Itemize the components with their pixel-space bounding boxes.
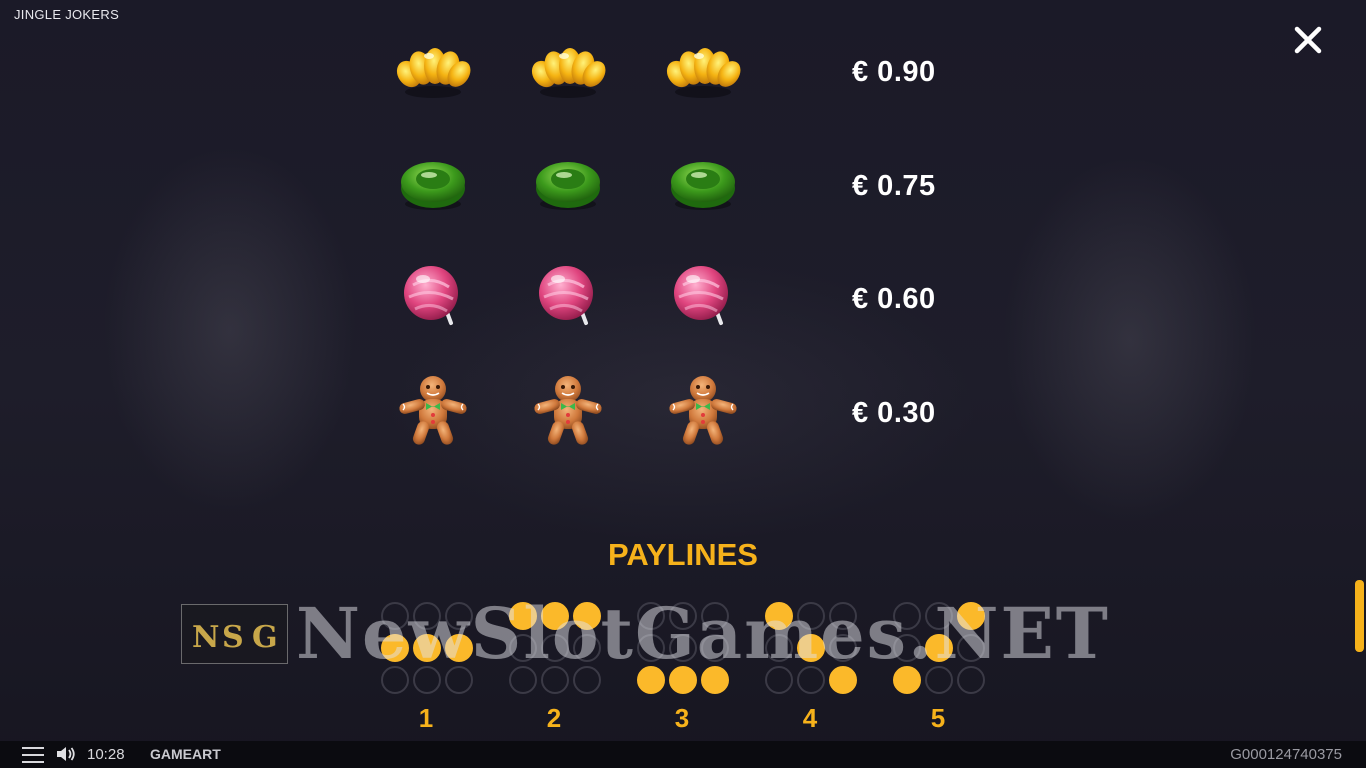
payline-dot [573,634,601,662]
pink-lollipop-icon [663,257,743,337]
orange-candy-icon [391,30,476,110]
payline-number: 4 [802,703,818,733]
payline-dot [669,602,697,630]
payline-dot-active [509,602,537,630]
payline-dot [509,666,537,694]
payline-dot [925,602,953,630]
payline-dot [797,666,825,694]
payline-dot-active [445,634,473,662]
orange-candy-icon [661,30,746,110]
payline-dot [957,666,985,694]
pink-lollipop-icon [528,257,608,337]
payline-dot [893,634,921,662]
scrollbar-thumb[interactable] [1355,580,1364,652]
paytable-row: € 0.90 [0,30,1366,120]
menu-icon[interactable] [22,747,44,763]
orange-candy-icon [526,30,611,110]
payline-dot [701,602,729,630]
payline-dot [541,634,569,662]
gameart-logo: GAMEART [150,746,240,762]
payline-dot-active [541,602,569,630]
payout-value: € 0.60 [852,283,936,315]
payline-dot [765,634,793,662]
payline-number: 3 [674,703,690,733]
payline-dot-active [669,666,697,694]
payline-dot [669,634,697,662]
paylines-title: PAYLINES [608,537,758,572]
payline-dot [701,634,729,662]
payline-dot [957,634,985,662]
green-candy-icon [663,144,743,224]
payline-dot [445,602,473,630]
green-candy-icon [393,144,473,224]
payline-dot [509,634,537,662]
pink-lollipop-icon [393,257,473,337]
payline-dot [925,666,953,694]
payline-dot [765,666,793,694]
payline-dot-active [573,602,601,630]
gingerbread-man-icon [393,371,473,451]
paytable-row: € 0.60 [0,257,1366,347]
payline-dot [797,602,825,630]
payline-dot-active [893,666,921,694]
payline-dot [637,634,665,662]
payline-dot [893,602,921,630]
payline-dot [829,634,857,662]
payline-number: 2 [546,703,562,733]
payline-number: 5 [930,703,946,733]
payline-dot [413,602,441,630]
payline-dot [573,666,601,694]
payline-diagram [892,601,988,697]
payline-dot-active [381,634,409,662]
footer-bar: 10:28 GAMEART G000124740375 [0,741,1366,768]
payline-dot-active [765,602,793,630]
payout-value: € 0.90 [852,56,936,88]
payout-value: € 0.30 [852,397,936,429]
payline-dot [637,602,665,630]
payline-dot [381,602,409,630]
payline-dot [381,666,409,694]
payline-dot-active [925,634,953,662]
payline-dot-active [413,634,441,662]
payline-diagram [636,601,732,697]
gingerbread-man-icon [663,371,743,451]
payline-dot-active [701,666,729,694]
gingerbread-man-icon [528,371,608,451]
session-id: G000124740375 [1230,746,1342,763]
payline-dot-active [797,634,825,662]
game-title: JINGLE JOKERS [14,7,120,22]
payline-dot [413,666,441,694]
payline-diagram [508,601,604,697]
payline-diagram [764,601,860,697]
payline-number: 1 [418,703,434,733]
payline-diagram [380,601,476,697]
paytable-row: € 0.75 [0,144,1366,234]
payline-dot-active [957,602,985,630]
svg-text:GAMEART: GAMEART [150,747,221,761]
clock: 10:28 [87,746,125,763]
payline-dot [541,666,569,694]
green-candy-icon [528,144,608,224]
paytable-row: € 0.30 [0,371,1366,461]
payline-dot [829,602,857,630]
payline-dot [445,666,473,694]
payline-dot-active [829,666,857,694]
payout-value: € 0.75 [852,170,936,202]
payline-dot-active [637,666,665,694]
speaker-icon[interactable] [55,745,77,763]
